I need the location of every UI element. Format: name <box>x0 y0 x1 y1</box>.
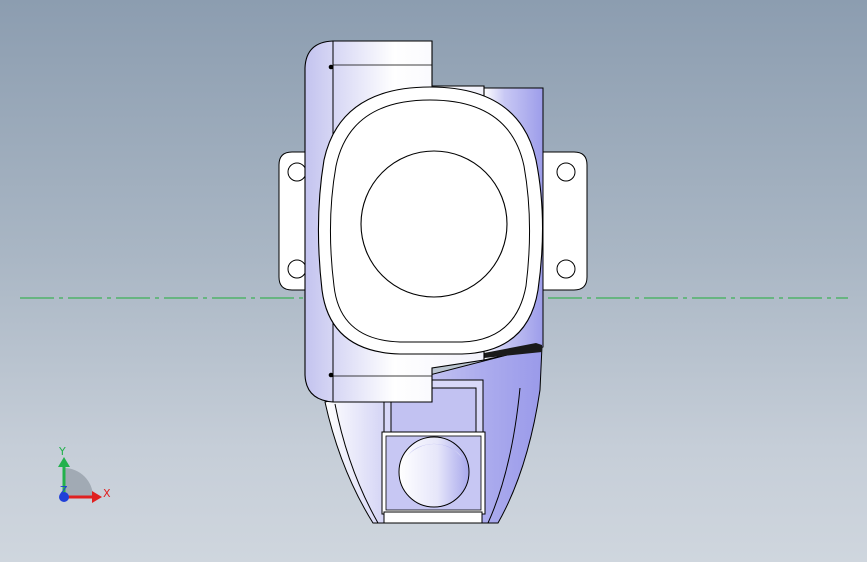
lower-fillet-marker <box>328 372 334 378</box>
y-axis-label: Y <box>58 445 66 458</box>
graphics-viewport[interactable]: Y X Z <box>0 0 867 562</box>
upper-fillet-marker <box>328 64 334 70</box>
z-axis-label: Z <box>60 484 68 497</box>
right-lug-lower-hole <box>556 259 576 279</box>
lower-boss-hole[interactable] <box>398 436 470 508</box>
y-axis-arrowhead <box>58 457 70 467</box>
coordinate-triad: Y X Z <box>58 445 111 503</box>
x-axis-arrowhead <box>92 491 102 503</box>
lower-base-strip <box>383 511 483 524</box>
main-bore[interactable] <box>360 150 508 298</box>
left-lug-lower-hole <box>287 259 307 279</box>
x-axis-label: X <box>103 487 111 500</box>
left-lug-upper-hole <box>287 162 307 182</box>
right-lug-upper-hole <box>556 162 576 182</box>
triad-rotation-arc <box>64 468 93 497</box>
part-model[interactable] <box>278 40 588 524</box>
